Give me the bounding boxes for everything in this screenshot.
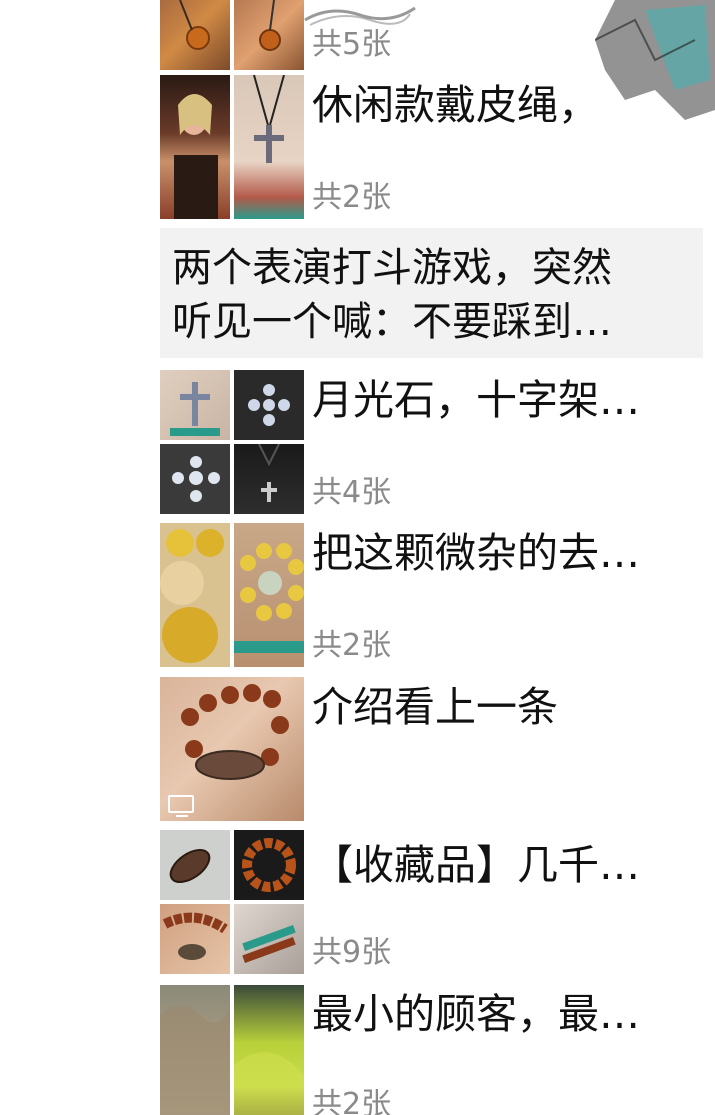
photo-count: 共2张: [312, 180, 392, 215]
photo-thumbnail[interactable]: [234, 830, 304, 900]
dzi-bead-icon: [169, 849, 211, 883]
video-icon: [168, 795, 194, 817]
photo-thumbnail[interactable]: [160, 0, 230, 70]
thumbnail-grid[interactable]: [160, 523, 304, 667]
yellow-beads-icon: [160, 529, 224, 663]
cross-pendant-icon: [258, 444, 280, 502]
photo-thumbnail[interactable]: [234, 75, 304, 219]
text-post-line: 听见一个喊：不要踩到…: [172, 299, 612, 345]
photo-thumbnail[interactable]: [234, 444, 304, 514]
thumbnail-grid[interactable]: [160, 677, 304, 821]
photo-thumbnail[interactable]: [160, 444, 230, 514]
photo-thumbnail[interactable]: [160, 830, 230, 900]
photo-count: 共2张: [312, 1087, 392, 1115]
photo-thumbnail[interactable]: [234, 0, 304, 70]
post-caption: 【收藏品】几千…: [312, 841, 640, 889]
post-caption: 月光石，十字架…: [312, 376, 640, 424]
video-thumbnail[interactable]: [160, 677, 304, 821]
photo-thumbnail[interactable]: [160, 75, 230, 219]
moment-post[interactable]: 共5张: [0, 0, 715, 70]
moment-post[interactable]: 【收藏品】几千… 共9张: [0, 830, 715, 975]
photo-count: 共5张: [312, 27, 392, 62]
bracelet-on-wrist-icon: [242, 925, 296, 963]
amber-pendant-icon: [179, 0, 210, 50]
moonstone-cross-icon: [248, 384, 290, 426]
moment-post[interactable]: 把这颗微杂的去… 共2张: [0, 523, 715, 668]
yellow-bead-bracelet-icon: [234, 543, 304, 653]
text-post[interactable]: 两个表演打斗游戏，突然 听见一个喊：不要踩到…: [160, 228, 703, 358]
thumbnail-grid[interactable]: [160, 830, 304, 974]
photo-thumbnail[interactable]: [234, 523, 304, 667]
moonstone-cross-icon: [172, 456, 220, 502]
moment-post[interactable]: 休闲款戴皮绳， 共2张: [0, 75, 715, 220]
photo-thumbnail[interactable]: [160, 523, 230, 667]
child-photo-icon: [234, 1052, 304, 1115]
thumbnail-grid[interactable]: [160, 0, 304, 70]
thumbnail-grid[interactable]: [160, 985, 304, 1115]
text-post-line: 两个表演打斗游戏，突然: [172, 245, 612, 291]
cross-pendant-icon: [170, 382, 220, 436]
thumbnail-grid[interactable]: [160, 370, 304, 514]
moment-post[interactable]: 最小的顾客，最… 共2张: [0, 985, 715, 1115]
child-photo-icon: [160, 1005, 230, 1115]
post-caption: 休闲款戴皮绳，: [312, 81, 599, 129]
photo-count: 共2张: [312, 628, 392, 663]
photo-count: 共4张: [312, 475, 392, 510]
post-caption: 最小的顾客，最…: [312, 990, 640, 1038]
moment-post[interactable]: 月光石，十字架… 共4张: [0, 370, 715, 515]
photo-thumbnail[interactable]: [160, 370, 230, 440]
bracelet-in-hand-icon: [162, 912, 228, 960]
post-caption: 介绍看上一条: [312, 683, 558, 731]
amber-bracelet-icon: [242, 838, 296, 892]
photo-thumbnail[interactable]: [234, 370, 304, 440]
photo-thumbnail[interactable]: [234, 985, 304, 1115]
photo-thumbnail[interactable]: [234, 904, 304, 974]
amber-pendant-icon: [259, 0, 281, 51]
cross-pendant-icon: [253, 75, 285, 163]
portrait-icon: [174, 94, 218, 219]
post-caption: 把这颗微杂的去…: [312, 529, 640, 577]
photo-thumbnail[interactable]: [160, 985, 230, 1115]
photo-count: 共9张: [312, 935, 392, 970]
moment-post[interactable]: 介绍看上一条: [0, 677, 715, 822]
photo-thumbnail[interactable]: [160, 904, 230, 974]
thumbnail-grid[interactable]: [160, 75, 304, 219]
